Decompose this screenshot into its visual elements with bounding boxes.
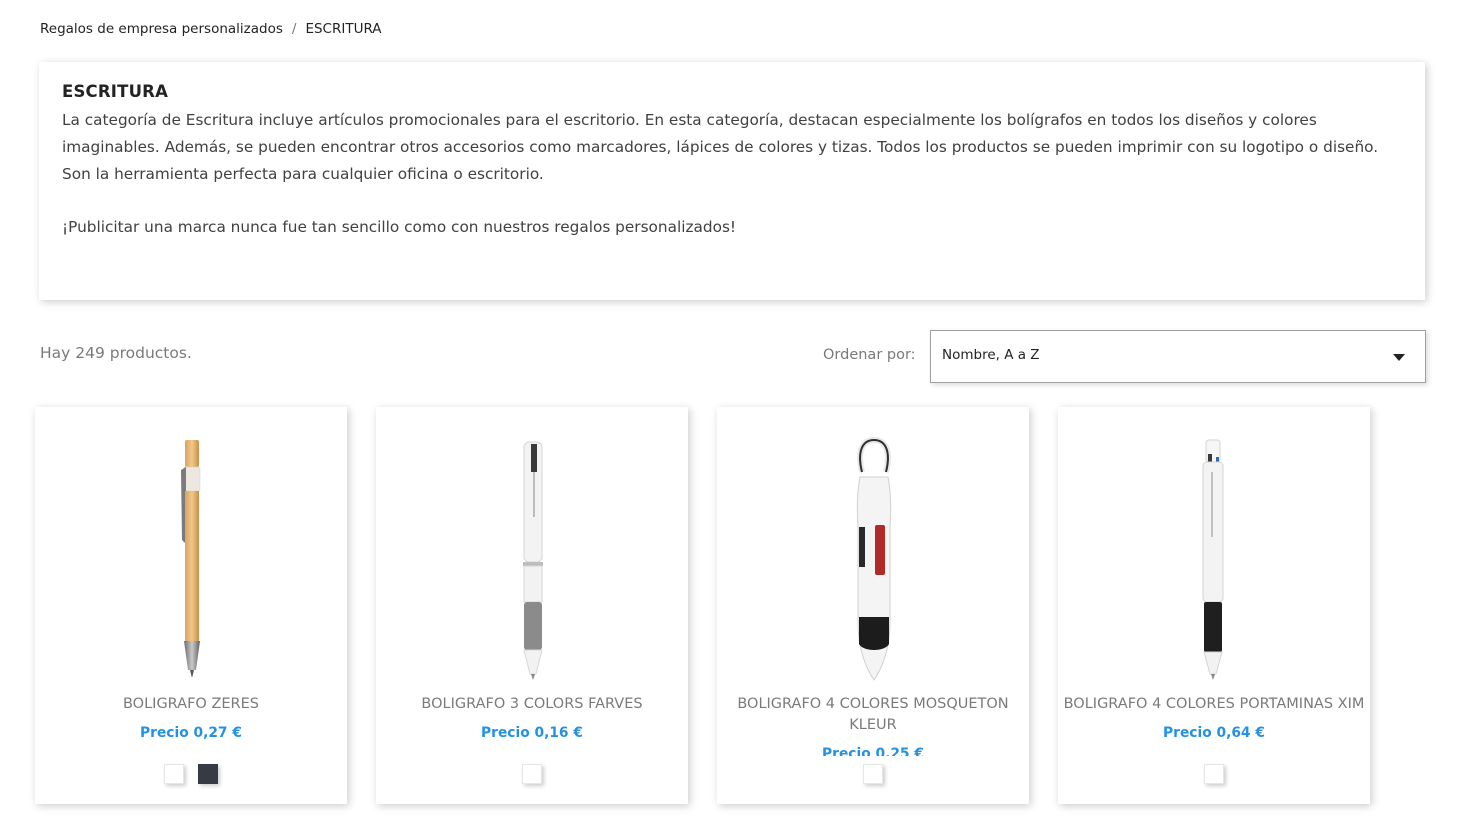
product-image[interactable] [717,432,1029,687]
sort-label: Ordenar por: [823,347,916,363]
product-image[interactable] [35,432,347,687]
color-swatches [1058,764,1370,784]
chevron-down-icon [1393,354,1405,361]
category-description: La categoría de Escritura incluye artícu… [62,111,1379,183]
breadcrumb-separator: / [291,21,297,37]
product-price: Precio 0,64 € [1163,725,1265,741]
product-image[interactable] [1058,432,1370,687]
sort-selected-value: Nombre, A a Z [942,347,1040,363]
breadcrumb-current-link[interactable]: ESCRITURA [305,21,381,37]
breadcrumb: Regalos de empresa personalizados / ESCRIT… [40,21,382,37]
category-title: ESCRITURA [62,82,169,101]
product-name[interactable]: BOLIGRAFO 4 COLORES MOSQUETON KLEUR [717,694,1029,736]
product-price: Precio 0,16 € [481,725,583,741]
carabiner-pen-icon [856,436,892,681]
sort-select[interactable]: Nombre, A a Z [930,330,1426,383]
color-swatches [376,764,688,784]
color-swatch-white[interactable] [863,764,883,784]
color-swatch-white[interactable] [1204,764,1224,784]
product-name[interactable]: BOLIGRAFO 4 COLORES PORTAMINAS XIM [1058,694,1370,715]
multicolor-pen-icon [523,441,543,680]
product-name[interactable]: BOLIGRAFO ZERES [35,694,347,715]
product-price: Precio 0,27 € [140,725,242,741]
color-swatch-dark[interactable] [198,764,218,784]
product-card[interactable]: BOLIGRAFO 4 COLORES PORTAMINAS XIM Preci… [1058,407,1370,804]
product-price: Precio 0,25 € [822,746,924,756]
color-swatch-white[interactable] [164,764,184,784]
color-swatch-white[interactable] [522,764,542,784]
category-promo-text: ¡Publicitar una marca nunca fue tan senc… [62,218,737,236]
product-card[interactable]: BOLIGRAFO 3 COLORS FARVES Precio 0,16 € [376,407,688,804]
product-card[interactable]: BOLIGRAFO ZERES Precio 0,27 € [35,407,347,804]
color-swatches [717,764,1029,784]
breadcrumb-home-link[interactable]: Regalos de empresa personalizados [40,21,283,37]
product-name[interactable]: BOLIGRAFO 3 COLORS FARVES [376,694,688,715]
product-count: Hay 249 productos. [40,344,192,362]
product-card[interactable]: BOLIGRAFO 4 COLORES MOSQUETON KLEUR Prec… [717,407,1029,804]
multicolor-pen-icon [1202,439,1224,680]
product-image[interactable] [376,432,688,687]
bamboo-pen-icon [181,440,201,678]
category-description-box: ESCRITURA La categoría de Escritura incl… [39,62,1425,300]
color-swatches [35,764,347,784]
